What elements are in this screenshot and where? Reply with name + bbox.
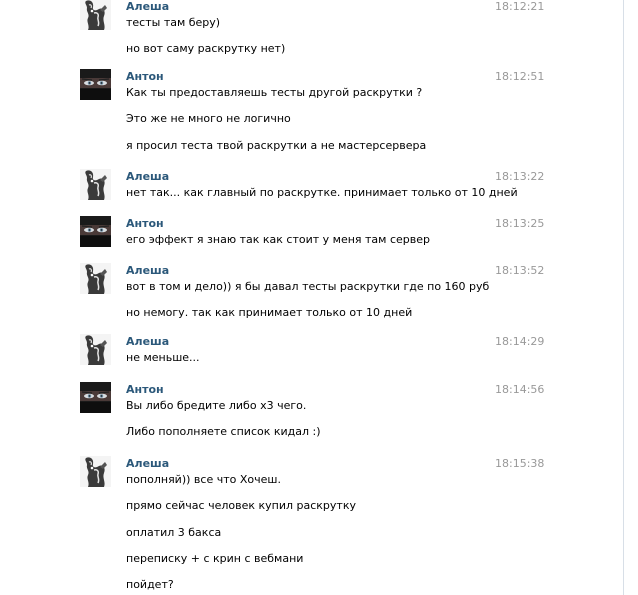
author-name[interactable]: Алеша — [126, 335, 169, 348]
avatar[interactable] — [80, 0, 111, 30]
message-text: не меньше... — [126, 351, 200, 364]
message-time[interactable]: 18:13:22 — [495, 170, 544, 183]
message-text: переписку + с крин с вебмани — [126, 551, 304, 565]
scroll-divider — [623, 0, 624, 595]
message-text: я просил теста твой раскрутки а не масте… — [126, 138, 427, 152]
message-text: оплатил 3 бакса — [126, 525, 222, 539]
message-text: пойдет? — [126, 578, 174, 592]
message-time[interactable]: 18:13:52 — [495, 264, 544, 277]
author-name[interactable]: Алеша — [126, 457, 169, 470]
message-time[interactable]: 18:12:21 — [495, 0, 544, 13]
message-time[interactable]: 18:13:25 — [495, 217, 544, 230]
message-time[interactable]: 18:14:56 — [495, 383, 544, 396]
message-text: вот в том и дело)) я бы давал тесты раск… — [126, 280, 490, 293]
avatar[interactable] — [80, 169, 111, 200]
message-time[interactable]: 18:15:38 — [495, 457, 544, 470]
author-name[interactable]: Алеша — [126, 264, 169, 277]
message-text: Как ты предоставляешь тесты другой раскр… — [126, 86, 423, 99]
message-text: но вот саму раскрутку нет) — [126, 42, 286, 56]
message-text: его эффект я знаю так как стоит у меня т… — [126, 233, 430, 246]
chat-history: Алеша 18:12:21 тесты там беру) но вот саму … — [0, 0, 623, 595]
avatar[interactable] — [80, 334, 111, 365]
message-text: нет так... как главный по раскрутке. при… — [126, 186, 518, 199]
avatar[interactable] — [80, 69, 111, 100]
message-text: Либо пополняете список кидал :) — [126, 425, 321, 439]
message-text: Вы либо бредите либо х3 чего. — [126, 399, 307, 412]
message-text: но немогу. так как принимает только от 1… — [126, 306, 413, 320]
avatar[interactable] — [80, 382, 111, 413]
author-name[interactable]: Антон — [126, 383, 164, 396]
avatar[interactable] — [80, 216, 111, 247]
author-name[interactable]: Антон — [126, 70, 164, 83]
author-name[interactable]: Алеша — [126, 0, 169, 13]
avatar[interactable] — [80, 456, 111, 487]
message-time[interactable]: 18:12:51 — [495, 70, 544, 83]
avatar[interactable] — [80, 263, 111, 294]
author-name[interactable]: Алеша — [126, 170, 169, 183]
message-text: Это же не много не логично — [126, 112, 291, 126]
message-time[interactable]: 18:14:29 — [495, 335, 544, 348]
message-text: пополняй)) все что Хочеш. — [126, 473, 281, 486]
message-text: тесты там беру) — [126, 16, 221, 29]
author-name[interactable]: Антон — [126, 217, 164, 230]
message-text: прямо сейчас человек купил раскрутку — [126, 499, 356, 513]
